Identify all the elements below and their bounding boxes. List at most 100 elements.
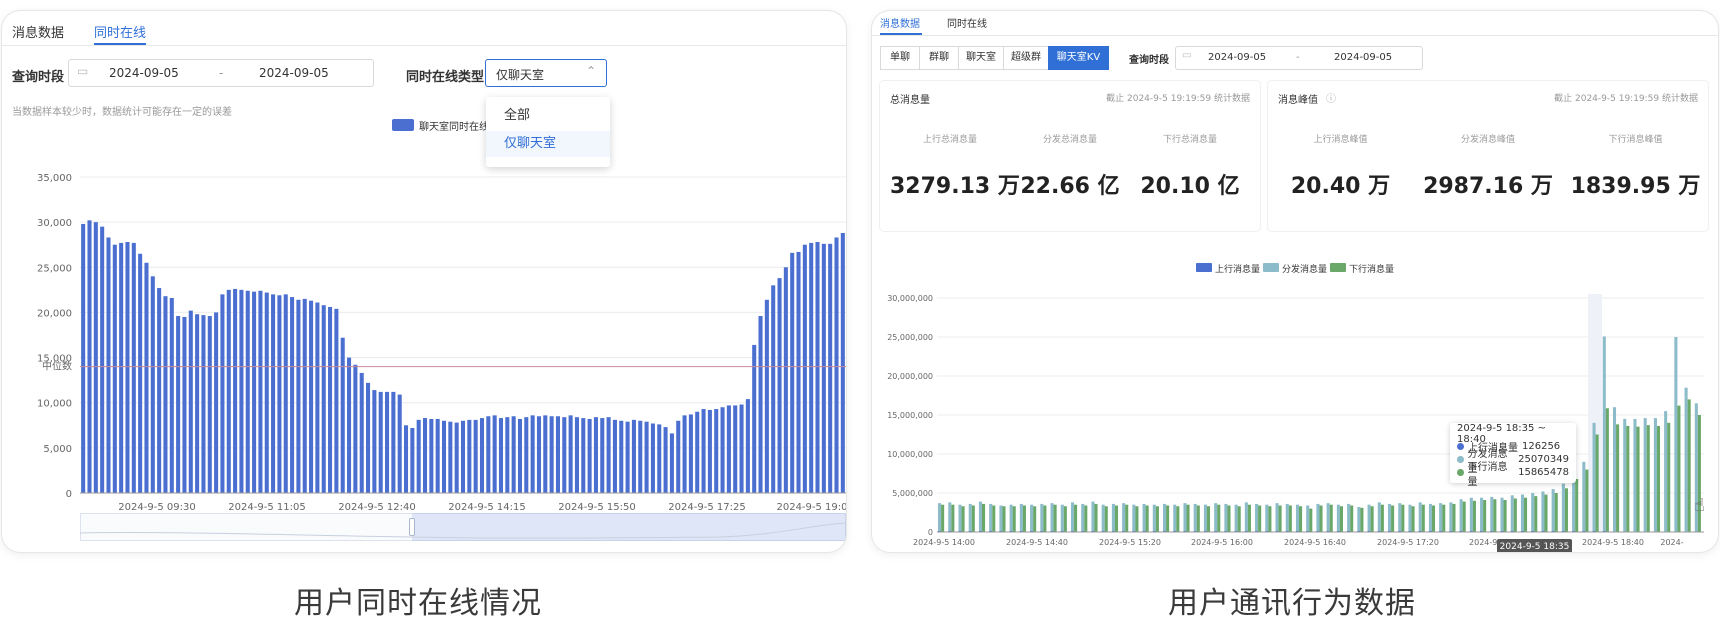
bar [1030, 504, 1034, 532]
x-tick-label: 2024-9-5 16:00 [1191, 538, 1253, 547]
bar [119, 242, 124, 493]
bar [1513, 498, 1517, 532]
bar [125, 242, 130, 493]
bar [1480, 497, 1484, 532]
bar [1503, 500, 1507, 532]
bar [1306, 505, 1310, 532]
bar [695, 411, 700, 493]
bar [1244, 502, 1248, 532]
x-tick-label: 2024-9-5 14:40 [1006, 538, 1068, 547]
bar [334, 308, 339, 493]
bar [1309, 508, 1313, 532]
bar [1183, 503, 1187, 532]
bar [195, 314, 200, 493]
bar [1227, 505, 1231, 532]
bar [1500, 497, 1504, 532]
x-tick-label: 2024-9-5 14:15 [448, 502, 525, 513]
bar [1288, 505, 1292, 532]
bar [1050, 503, 1054, 532]
bar [1459, 499, 1463, 532]
y-tick-label: 5,000 [43, 444, 72, 455]
bar [688, 414, 693, 493]
bar [1544, 494, 1548, 532]
bar [1534, 496, 1538, 532]
bar [347, 357, 352, 493]
bar [1142, 503, 1146, 532]
bar [233, 288, 238, 493]
bar [1155, 506, 1159, 532]
bar [1636, 426, 1640, 532]
bar [391, 391, 396, 493]
bar [1667, 422, 1671, 532]
bar [283, 294, 288, 493]
bar [176, 316, 181, 493]
online-card: 消息数据 同时在线 查询时段 ▭ 2024-09-05 - 2024-09-05… [2, 11, 846, 552]
bar [1674, 337, 1678, 532]
bar [1040, 503, 1044, 532]
bar [1152, 504, 1156, 532]
bar [454, 422, 459, 493]
bar [1091, 501, 1095, 532]
bar [593, 417, 598, 493]
y-tick-label: 10,000,000 [887, 450, 933, 459]
dropdown-option-chatroom-only[interactable]: 仅聊天室 [486, 131, 610, 157]
bar [353, 364, 358, 493]
bar [1510, 495, 1514, 532]
bar [416, 419, 421, 493]
y-tick-label: 0 [66, 489, 72, 500]
bar [441, 420, 447, 493]
bar [1132, 504, 1136, 532]
bar [1442, 504, 1446, 532]
tooltip-value: 126256 [1522, 441, 1561, 452]
y-tick-label: 25,000,000 [887, 333, 933, 342]
bar [1033, 506, 1037, 532]
bar [277, 295, 282, 493]
bar [1275, 503, 1279, 532]
bar [1114, 505, 1119, 532]
tooltip-value: 25070349 [1518, 454, 1569, 465]
bar [1469, 497, 1473, 532]
dropdown-option-all[interactable]: 全部 [486, 104, 610, 128]
bar [245, 290, 250, 493]
series-dot-icon [1457, 443, 1464, 450]
bar [1626, 425, 1630, 532]
bar [1101, 504, 1105, 532]
bar [568, 415, 573, 493]
tooltip-label: 下行消息量 [1467, 461, 1508, 488]
bar [1524, 497, 1528, 532]
bar [226, 289, 231, 493]
bar [663, 427, 668, 493]
bar [302, 298, 307, 493]
bar [1350, 505, 1354, 532]
bar [625, 421, 630, 493]
bar [315, 302, 320, 493]
y-tick-label: 5,000,000 [892, 489, 933, 498]
bar [1224, 503, 1228, 532]
bar [1646, 425, 1650, 532]
bar [796, 251, 801, 493]
series-dot-icon [1457, 456, 1464, 463]
bar [726, 405, 731, 493]
bar [1122, 503, 1126, 532]
bar [163, 296, 168, 493]
bar [1255, 503, 1259, 532]
median-label: 中位数 [42, 360, 72, 373]
bar [1418, 502, 1422, 532]
bar [951, 504, 955, 532]
bar [498, 418, 504, 493]
x-tick-label: 2024-9-5 14:00 [913, 538, 975, 547]
bar [100, 226, 105, 493]
bar [1070, 502, 1075, 532]
bar [138, 253, 143, 493]
bar [410, 427, 415, 493]
x-tick-label: 2024- [1660, 538, 1683, 547]
bar [112, 244, 117, 493]
bar [619, 420, 624, 493]
bar [707, 409, 712, 493]
y-tick-label: 20,000,000 [887, 372, 933, 381]
series-dot-icon [1457, 469, 1464, 476]
bar [1421, 504, 1425, 532]
bar [840, 232, 845, 493]
bar [1656, 425, 1661, 532]
bar [479, 418, 485, 493]
